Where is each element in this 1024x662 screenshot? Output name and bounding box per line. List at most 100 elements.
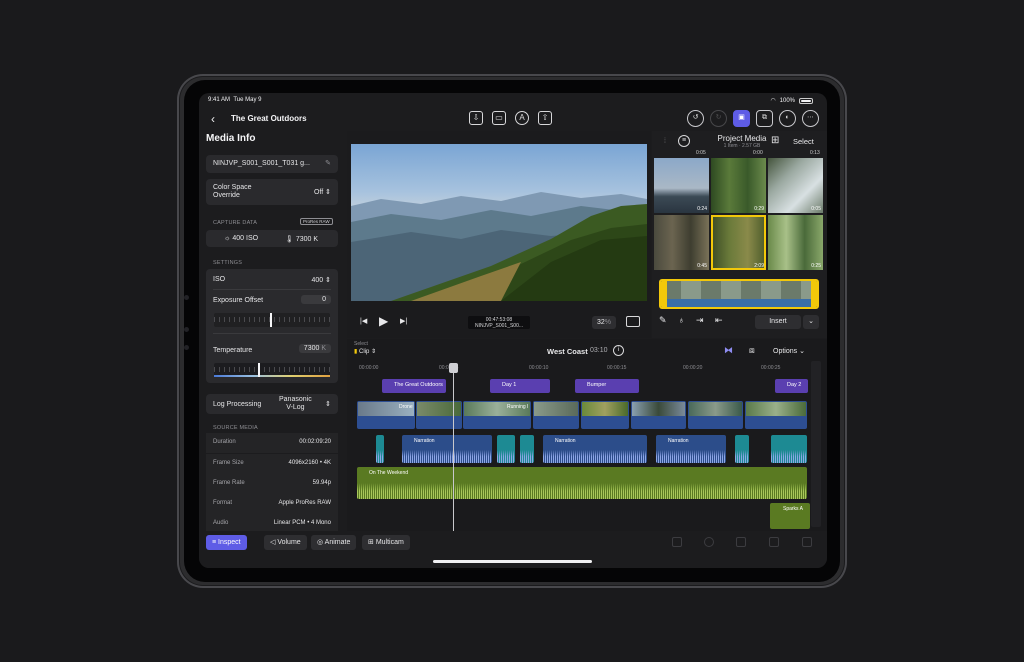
detach-icon[interactable] <box>736 537 746 547</box>
chevron-down-icon[interactable]: ⌄ <box>803 315 819 329</box>
thumb-duration: 0:25 <box>811 263 821 269</box>
multicam-button[interactable]: ⊞ Multicam <box>362 535 410 550</box>
pencil-icon[interactable]: ✎ <box>659 315 667 326</box>
iso-value-picker[interactable]: 400 ⇕ <box>312 276 332 284</box>
inspect-button[interactable]: ≡ Inspect <box>206 535 247 550</box>
info-icon[interactable]: i <box>613 345 624 356</box>
video-clip[interactable] <box>581 401 629 429</box>
grid-icon[interactable]: ⊞ <box>771 135 779 146</box>
viewer-panel: |◀ ▶ ▶| 00:47:53:08 NINJVP_S001_S00... 3… <box>347 131 651 338</box>
range-handle-right[interactable] <box>811 281 817 307</box>
import-icon[interactable]: ⇩ <box>469 111 483 125</box>
timecode-display[interactable]: 00:47:53:08 NINJVP_S001_S00... <box>468 316 530 329</box>
volume-button[interactable]: ◁ Volume <box>264 535 307 550</box>
music-clip[interactable]: Sparks A <box>770 503 810 529</box>
media-thumbnail[interactable]: 0:45 <box>654 215 709 270</box>
clip-name-field[interactable]: NINJVP_S001_S001_T031 g... ✎ <box>206 155 338 173</box>
browser-toggle-icon[interactable]: ⧉ <box>756 110 773 127</box>
share-icon[interactable]: ⇧ <box>538 111 552 125</box>
voiceover-icon[interactable]: A <box>515 111 529 125</box>
narration-clip[interactable]: Narration <box>402 435 492 463</box>
temperature-gradient <box>214 375 330 377</box>
pencil-icon[interactable]: ✎ <box>325 159 331 167</box>
skip-back-icon[interactable]: |◀ <box>360 317 367 325</box>
media-thumbnail[interactable]: 0:05 <box>768 158 823 213</box>
play-icon[interactable]: ▶ <box>379 314 388 328</box>
more-icon[interactable]: ⋯ <box>802 110 819 127</box>
source-row: Frame Rate 59.94p <box>206 474 338 494</box>
skip-forward-icon[interactable]: ▶| <box>400 317 407 325</box>
filter-icon[interactable]: ≡ <box>678 135 690 147</box>
media-thumbnail[interactable]: 0:29 <box>711 158 766 213</box>
trash-icon[interactable] <box>672 537 682 547</box>
back-button[interactable]: ‹ <box>211 112 215 126</box>
color-space-row[interactable]: Color Space Override Off ⇕ <box>206 179 338 205</box>
timeline-ruler[interactable]: 00:00:00 00:00:05 00:00:10 00:00:15 00:0… <box>357 365 809 374</box>
video-clip[interactable]: Running I <box>463 401 531 429</box>
select-button[interactable]: Select <box>793 137 814 146</box>
log-processing-row[interactable]: Log Processing Panasonic V-Log ⇕ <box>206 394 338 414</box>
disable-icon[interactable] <box>704 537 714 547</box>
split-icon[interactable] <box>769 537 779 547</box>
title-clip[interactable]: Day 1 <box>490 379 550 393</box>
temperature-label: Temperature <box>213 347 253 354</box>
trim-icon[interactable] <box>802 537 812 547</box>
title-clip[interactable]: Day 2 <box>775 379 808 393</box>
video-clip[interactable] <box>416 401 462 429</box>
audio-clip[interactable] <box>520 435 534 463</box>
playhead[interactable] <box>449 363 458 531</box>
video-clip-thumb <box>582 402 628 416</box>
camera-icon[interactable]: ▭ <box>492 111 506 125</box>
video-clip[interactable]: Drone <box>357 401 415 429</box>
redo-icon[interactable]: ↻ <box>710 110 727 127</box>
temperature-slider[interactable] <box>214 363 330 377</box>
snapping-icon[interactable]: ⧓ <box>724 345 733 356</box>
exposure-value-field[interactable]: 0 <box>301 295 331 304</box>
options-button[interactable]: Options ⌄ <box>773 347 805 355</box>
slider-thumb[interactable] <box>258 363 260 377</box>
photos-icon[interactable]: ▣ <box>733 110 750 127</box>
music-clip[interactable]: On The Weekend <box>357 467 807 499</box>
source-key: Frame Size <box>213 460 244 466</box>
undo-icon[interactable]: ↺ <box>687 110 704 127</box>
title-clip[interactable]: Bumper <box>575 379 639 393</box>
audio-clip[interactable] <box>771 435 807 463</box>
clip-appearance-icon[interactable]: ⧈ <box>749 345 755 356</box>
audio-clip[interactable] <box>497 435 515 463</box>
microphone-icon[interactable]: ♁ <box>678 315 685 325</box>
video-clip[interactable] <box>533 401 579 429</box>
range-handle-left[interactable] <box>661 281 667 307</box>
pip-icon[interactable] <box>626 316 640 327</box>
audio-clip[interactable] <box>376 435 384 463</box>
media-thumbnail[interactable]: 0:24 <box>654 158 709 213</box>
video-clip[interactable] <box>745 401 807 429</box>
timeline-scrollbar[interactable] <box>811 361 821 527</box>
drag-handle-icon[interactable]: ⁞ <box>664 138 666 145</box>
zoom-level[interactable]: 32% <box>592 316 616 329</box>
video-clip[interactable] <box>631 401 686 429</box>
video-preview[interactable] <box>351 144 647 301</box>
nav-bar: ‹ The Great Outdoors ⇩ ▭ A ⇧ ↺ ↻ ▣ ⧉ ◐ ⋯ <box>199 107 827 131</box>
playhead-handle[interactable] <box>449 363 458 373</box>
append-icon[interactable]: ⇤ <box>715 315 723 326</box>
media-thumbnail[interactable]: 0:25 <box>768 215 823 270</box>
insert-button[interactable]: Insert <box>755 315 801 329</box>
slider-thumb[interactable] <box>270 313 272 327</box>
effects-icon[interactable]: ◐ <box>779 110 796 127</box>
waveform <box>543 450 647 463</box>
selected-clip-filmstrip[interactable] <box>659 279 819 309</box>
title-clip[interactable]: The Great Outdoors <box>382 379 446 393</box>
thumb-top-row: 0:05 0:00 0:13 <box>652 150 827 157</box>
narration-clip[interactable]: Narration <box>543 435 647 463</box>
audio-clip[interactable] <box>735 435 749 463</box>
temperature-value-field[interactable]: 7300 K <box>298 344 331 353</box>
color-space-value: Off <box>313 189 324 196</box>
connect-icon[interactable]: ⇥ <box>696 315 704 326</box>
exposure-slider[interactable] <box>214 313 330 327</box>
video-clip[interactable] <box>688 401 743 429</box>
narration-clip[interactable]: Narration <box>656 435 726 463</box>
media-thumbnail-selected[interactable]: 2:09 <box>711 215 766 270</box>
clip-mode-picker[interactable]: ▮ Clip ⇕ <box>354 348 376 355</box>
animate-button[interactable]: ◎ Animate <box>311 535 357 550</box>
waveform <box>735 450 749 463</box>
